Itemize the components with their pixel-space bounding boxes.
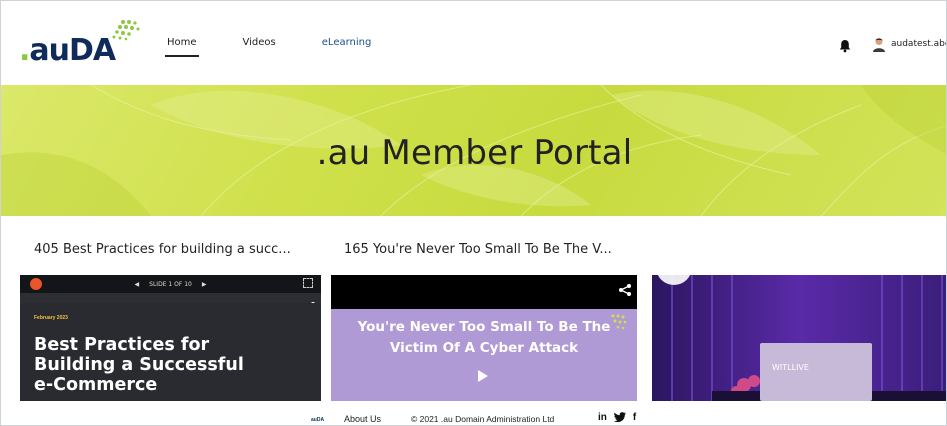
logo-dots-graphic: [112, 20, 140, 41]
bell-icon[interactable]: [838, 39, 852, 53]
play-icon[interactable]: [477, 369, 489, 383]
hero-banner: .au Member Portal: [1, 85, 946, 216]
twitter-icon[interactable]: [613, 412, 627, 423]
logo-text: .auDA: [19, 33, 116, 68]
page: .auDA Home Videos eLearning audatest.abc…: [0, 0, 947, 426]
nav-elearning[interactable]: eLearning: [322, 37, 372, 59]
social-links: in f: [598, 412, 636, 423]
facebook-icon[interactable]: f: [633, 412, 636, 423]
nav-videos[interactable]: Videos: [243, 37, 276, 59]
main-nav: Home Videos eLearning: [165, 37, 417, 59]
username: audatest.abc: [891, 39, 947, 49]
share-icon[interactable]: [618, 283, 632, 297]
user-menu[interactable]: audatest.abc: [871, 36, 947, 52]
video-headline: You're Never Too Small To Be The Victim …: [357, 319, 611, 356]
footer-logo[interactable]: auDA: [311, 417, 324, 423]
slide-counter: SLIDE 1 OF 10: [149, 280, 192, 288]
slide-date: February 2023: [34, 315, 68, 321]
auda-logo[interactable]: .auDA: [19, 19, 140, 71]
prev-slide-icon[interactable]: ◀: [135, 281, 140, 288]
stage-backdrop: [760, 343, 872, 401]
top-header: .auDA Home Videos eLearning audatest.abc: [1, 1, 947, 85]
video-card-event[interactable]: WITLLIVE: [652, 275, 946, 401]
slide-controls: ◀ SLIDE 1 OF 10 ▶: [20, 275, 321, 293]
banner-title: .au Member Portal: [316, 133, 633, 173]
section-title-never-too-small[interactable]: 165 You're Never Too Small To Be The V..…: [344, 242, 612, 257]
linkedin-icon[interactable]: in: [598, 412, 607, 423]
video-card-cyber-attack[interactable]: You're Never Too Small To Be The Victim …: [331, 275, 637, 401]
slide-content: February 2023 Best Practices for Buildin…: [20, 303, 321, 401]
stage-banner-text: WITLLIVE: [772, 363, 809, 372]
video-card-best-practices[interactable]: ◀ SLIDE 1 OF 10 ▶ February 2023 Best Pra…: [20, 275, 321, 401]
presenter-logo-icon: [30, 278, 42, 290]
next-slide-icon[interactable]: ▶: [202, 281, 207, 288]
user-avatar-icon: [873, 38, 885, 52]
footer-about-link[interactable]: About Us: [344, 414, 381, 424]
nav-home[interactable]: Home: [165, 37, 199, 59]
section-title-best-practices[interactable]: 405 Best Practices for building a succ..…: [34, 242, 291, 257]
footer-copyright: © 2021 .au Domain Administration Ltd: [411, 414, 555, 424]
footer: auDA About Us © 2021 .au Domain Administ…: [1, 401, 946, 425]
slide-headline: Best Practices for Building a Successful…: [34, 335, 244, 395]
fullscreen-icon[interactable]: [303, 278, 313, 288]
